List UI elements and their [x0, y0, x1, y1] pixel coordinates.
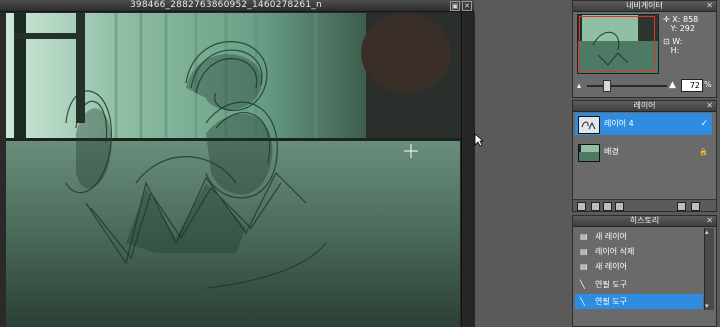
new-layer-icon: ▤ — [580, 232, 588, 241]
layer-thumbnail — [578, 144, 600, 162]
document-titlebar[interactable]: 398466_2882763860952_1460278261_n ▣ ✕ — [0, 0, 474, 12]
layer-options-icon[interactable] — [577, 202, 586, 211]
close-icon[interactable]: ✕ — [706, 216, 713, 226]
close-button[interactable]: ✕ — [462, 1, 472, 11]
document-title: 398466_2882763860952_1460278261_n — [130, 0, 322, 10]
visibility-check-icon[interactable]: ✓ — [700, 113, 708, 135]
layers-footer — [573, 199, 716, 211]
new-layer-icon: ▤ — [580, 262, 588, 271]
navigator-panel: 내비게이터 ✕ ✛ X: 858 Y: 292 ⊡ W: H: ▴ ▲ 72 % — [572, 0, 717, 98]
history-scrollbar[interactable]: ▴ ▾ — [704, 228, 714, 310]
pencil-icon: ╲ — [580, 280, 585, 289]
zoom-out-icon[interactable]: ▴ — [577, 81, 581, 90]
navigator-header[interactable]: 내비게이터 ✕ — [573, 1, 716, 12]
w-label: W: — [672, 37, 683, 46]
history-panel: 히스토리 ✕ ▤ 새 레이어 ▤ 레이어 삭제 ▤ 새 레이어 ╲ 연필 도구 … — [572, 215, 717, 327]
navigator-thumbnail[interactable] — [577, 14, 659, 74]
layer-name: 레이어 4 — [604, 119, 634, 128]
trash-icon[interactable] — [691, 202, 700, 211]
layer-item-4[interactable]: 레이어 4 ✓ — [575, 113, 712, 135]
layer-mask-icon[interactable] — [591, 202, 600, 211]
crosshair-icon: ✛ — [663, 15, 673, 24]
new-layer-icon[interactable] — [677, 202, 686, 211]
scroll-down-icon[interactable]: ▾ — [705, 302, 709, 310]
photo-image — [6, 13, 460, 327]
pencil-icon: ╲ — [580, 297, 585, 306]
layers-title: 레이어 — [633, 101, 656, 110]
history-item[interactable]: ▤ 새 레이어 — [575, 259, 703, 274]
zoom-slider-knob[interactable] — [603, 80, 611, 92]
navigator-view-box[interactable] — [579, 16, 655, 72]
document-scrollbar[interactable] — [461, 12, 475, 327]
zoom-slider-track[interactable] — [587, 85, 667, 87]
close-icon[interactable]: ✕ — [706, 1, 713, 11]
zoom-percent-label: % — [704, 80, 712, 89]
navigator-info: ✛ X: 858 Y: 292 ⊡ W: H: — [663, 15, 698, 55]
lock-icon[interactable]: 🔒 — [699, 141, 708, 163]
size-icon: ⊡ — [663, 37, 673, 46]
layer-style-icon[interactable] — [603, 202, 612, 211]
history-item[interactable]: ▤ 레이어 삭제 — [575, 244, 703, 259]
history-title: 히스토리 — [629, 216, 660, 225]
image-canvas[interactable] — [6, 13, 460, 327]
history-item-selected[interactable]: ╲ 연필 도구 — [575, 294, 703, 309]
document-window: 398466_2882763860952_1460278261_n ▣ ✕ — [0, 0, 475, 327]
zoom-in-icon[interactable]: ▲ — [669, 80, 676, 90]
h-label: H: — [670, 46, 680, 55]
y-label: Y: — [670, 24, 678, 33]
history-item[interactable]: ╲ 연필 도구 — [575, 277, 703, 292]
layers-panel: 레이어 ✕ 레이어 4 ✓ 배경 🔒 — [572, 100, 717, 212]
layer-thumbnail — [578, 116, 600, 134]
scroll-up-icon[interactable]: ▴ — [705, 228, 709, 236]
history-item[interactable]: ▤ 새 레이어 — [575, 229, 703, 244]
zoom-input[interactable]: 72 — [681, 79, 703, 92]
navigator-title: 내비게이터 — [626, 1, 663, 10]
y-value: 292 — [679, 24, 695, 33]
layer-fx-icon[interactable] — [615, 202, 624, 211]
x-value: 858 — [682, 15, 699, 24]
layer-item-background[interactable]: 배경 🔒 — [575, 141, 712, 163]
restore-button[interactable]: ▣ — [450, 1, 460, 11]
x-label: X: — [672, 15, 681, 24]
delete-layer-icon: ▤ — [580, 247, 588, 256]
history-header[interactable]: 히스토리 ✕ — [573, 216, 716, 227]
zoom-control: ▴ ▲ 72 % — [577, 79, 712, 93]
close-icon[interactable]: ✕ — [706, 101, 713, 111]
mouse-cursor-icon — [474, 133, 484, 147]
layers-header[interactable]: 레이어 ✕ — [573, 101, 716, 112]
layer-name: 배경 — [604, 147, 619, 156]
